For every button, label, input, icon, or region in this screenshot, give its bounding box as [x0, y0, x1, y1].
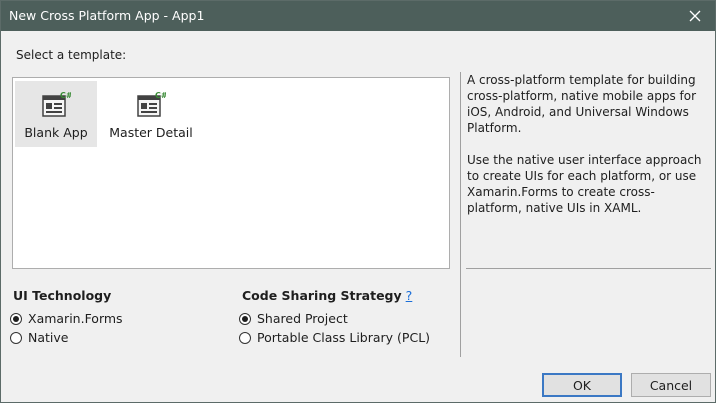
- ok-button[interactable]: OK: [542, 373, 622, 397]
- radio-shared-project[interactable]: Shared Project: [239, 311, 348, 326]
- cancel-button[interactable]: Cancel: [631, 373, 711, 397]
- dialog-window: New Cross Platform App - App1 Select a t…: [0, 0, 716, 403]
- radio-native[interactable]: Native: [10, 330, 68, 345]
- select-template-label: Select a template:: [16, 48, 127, 62]
- template-blank-app[interactable]: C# Blank App: [15, 81, 97, 147]
- template-label: Blank App: [24, 125, 88, 140]
- radio-button-checked[interactable]: [239, 312, 251, 325]
- radio-xamarin-forms[interactable]: Xamarin.Forms: [10, 311, 123, 326]
- radio-label: Native: [28, 330, 69, 345]
- ui-technology-title: UI Technology: [13, 288, 112, 303]
- csharp-form-template-icon: C#: [42, 91, 71, 117]
- template-list: C# Blank App C# Master Detail: [12, 77, 450, 269]
- close-icon: [689, 10, 701, 22]
- vertical-divider: [460, 72, 461, 357]
- template-label: Master Detail: [109, 125, 193, 140]
- help-link[interactable]: ?: [406, 288, 413, 303]
- radio-pcl[interactable]: Portable Class Library (PCL): [239, 330, 430, 345]
- close-button[interactable]: [675, 1, 715, 31]
- radio-button[interactable]: [10, 331, 22, 344]
- template-description: A cross-platform template for building c…: [467, 72, 707, 232]
- svg-text:C#: C#: [155, 91, 166, 100]
- description-paragraph: Use the native user interface approach t…: [467, 153, 702, 215]
- radio-button-checked[interactable]: [10, 312, 22, 325]
- code-sharing-title-text: Code Sharing Strategy: [242, 288, 402, 303]
- radio-label: Xamarin.Forms: [28, 311, 123, 326]
- description-paragraph: A cross-platform template for building c…: [467, 73, 697, 135]
- radio-label: Shared Project: [257, 311, 348, 326]
- window-title: New Cross Platform App - App1: [9, 8, 205, 23]
- title-bar: New Cross Platform App - App1: [1, 1, 715, 31]
- code-sharing-title: Code Sharing Strategy?: [242, 288, 412, 303]
- csharp-master-detail-template-icon: C#: [137, 91, 166, 117]
- horizontal-divider: [466, 268, 711, 269]
- radio-label: Portable Class Library (PCL): [257, 330, 431, 345]
- template-master-detail[interactable]: C# Master Detail: [101, 81, 201, 147]
- svg-text:C#: C#: [60, 91, 71, 100]
- radio-button[interactable]: [239, 331, 251, 344]
